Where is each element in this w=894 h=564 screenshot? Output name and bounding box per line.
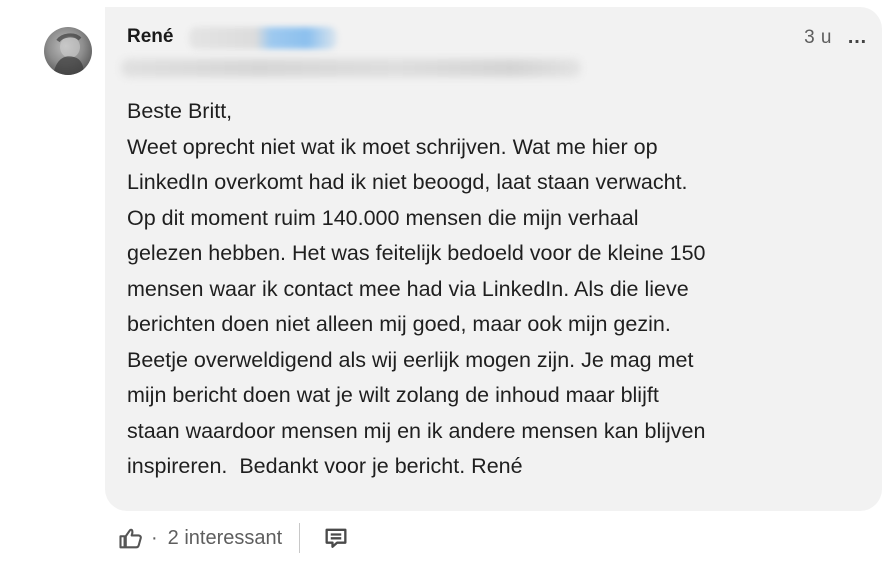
actions-divider	[299, 523, 301, 553]
thumbs-up-icon	[119, 528, 142, 549]
comment-line: Op dit moment ruim 140.000 mensen die mi…	[127, 205, 639, 230]
comment-icon	[325, 528, 347, 548]
comment-line: Beste Britt,	[127, 99, 233, 123]
comment-actions: · 2 interessant	[117, 520, 350, 556]
more-options-icon[interactable]: …	[847, 26, 868, 49]
comment-bubble: René 3 u … Beste Britt, Weet oprecht nie…	[105, 7, 882, 511]
comment-line: staan waardoor mensen mij en ik andere m…	[127, 418, 706, 443]
redacted-author-headline	[121, 59, 581, 77]
comment-line: inspireren. Bedankt voor je bericht. Ren…	[127, 454, 523, 478]
separator-dot: ·	[151, 526, 158, 549]
author-name[interactable]: René	[127, 26, 173, 48]
reply-button[interactable]	[322, 524, 350, 552]
like-button[interactable]	[117, 524, 145, 552]
comment-line: berichten doen niet alleen mij goed, maa…	[127, 312, 671, 336]
comment-line: Weet oprecht niet wat ik moet schrijven.…	[127, 134, 658, 159]
comment-line: Beetje overweldigend als wij eerlijk mog…	[127, 347, 694, 372]
comment-body: Beste Britt, Weet oprecht niet wat ik mo…	[127, 94, 867, 485]
reactions-count[interactable]: 2 interessant	[168, 527, 283, 550]
redacted-author-surname	[189, 27, 337, 49]
comment-timestamp: 3 u	[804, 27, 832, 48]
comment-line: gelezen hebben. Het was feitelijk bedoel…	[127, 241, 706, 265]
comment-line: mijn bericht doen wat je wilt zolang de …	[127, 383, 659, 407]
avatar-photo	[52, 33, 84, 75]
comment-line: mensen waar ik contact mee had via Linke…	[127, 276, 689, 301]
comment-line: LinkedIn overkomt had ik niet beoogd, la…	[127, 170, 688, 194]
author-avatar[interactable]	[44, 27, 92, 75]
